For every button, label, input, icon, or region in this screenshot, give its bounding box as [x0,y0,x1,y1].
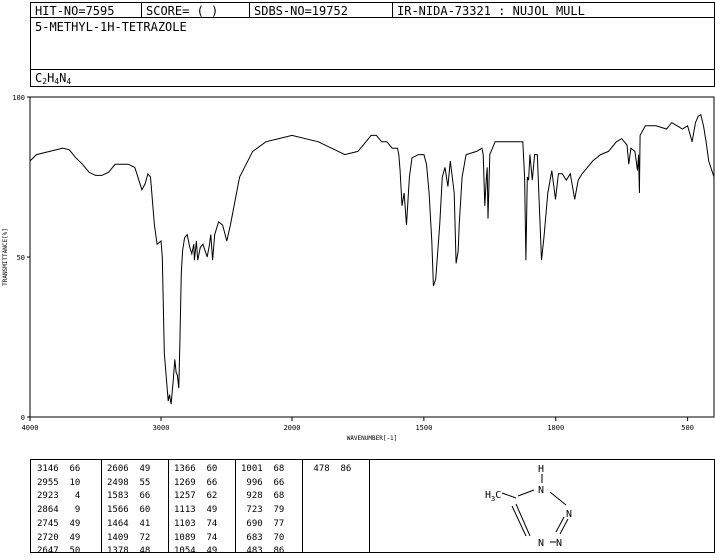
x-tick-label: 1000 [547,424,564,432]
y-axis-label: TRANSMITTANCE[%] [2,228,9,286]
peak-divider [168,460,169,552]
n4-label: N [538,538,544,549]
peak-entry: 928 68 [241,491,285,502]
x-axis-label: WAVENUMBER[-1] [347,435,398,442]
peak-entry: 1464 41 [107,518,151,529]
plot-frame [29,96,715,418]
peak-entry: 483 86 [241,546,285,557]
peak-entry: 2498 55 [107,477,151,488]
peak-entry: 2745 49 [37,518,81,529]
peak-divider [101,460,102,552]
peak-column-4: 1001 68 996 66 928 68 723 79 690 77 683 … [241,463,284,559]
peak-entry: 2647 50 [37,546,81,557]
peak-entry: 1001 68 [241,464,285,474]
x-tick-label: 500 [681,424,694,432]
peak-entry: 478 86 [308,464,352,474]
peak-entry: 723 79 [241,505,285,516]
peak-column-1: 3146 66 2955 10 2923 4 2864 9 2745 49 2720 49… [37,463,80,559]
x-tick-label: 3000 [153,424,170,432]
structure-diagram: H N N N N H3C [485,464,572,549]
peak-entry: 1054 49 [174,546,218,557]
peak-entry: 1366 60 [174,464,218,474]
peak-column-5: 478 86 [308,463,351,477]
peak-entry: 2923 4 [37,491,81,502]
peak-entry: 3146 66 [37,464,81,474]
peak-entry: 1566 60 [107,505,151,516]
peak-column-3: 1366 60 1269 66 1257 62 1113 49 1103 74 1089 … [174,463,217,559]
peak-entry: 996 66 [241,477,285,488]
peak-column-2: 2606 49 2498 55 1583 66 1566 60 1464 41 1409 … [107,463,150,559]
peak-entry: 683 70 [241,532,285,543]
n1-label: N [538,485,544,496]
y-tick-label: 0 [21,414,25,422]
ir-spectrum-chart: 0 50 100 4000 3000 2000 1500 1000 500 TRANSMITT… [2,94,715,442]
peak-entry: 1409 72 [107,532,151,543]
peak-entry: 690 77 [241,518,285,529]
n2-label: N [566,509,572,520]
y-tick-label: 100 [12,94,25,102]
peak-entry: 1103 74 [174,518,218,529]
spectrum-line [29,113,715,405]
y-tick-label: 50 [17,254,25,262]
peak-entry: 1257 62 [174,491,218,502]
peak-entry: 1089 74 [174,532,218,543]
x-tick-label: 2000 [284,424,301,432]
peak-entry: 1113 49 [174,505,218,516]
peak-entry: 2720 49 [37,532,81,543]
peak-divider [302,460,303,552]
x-tick-label: 1500 [415,424,432,432]
peak-entry: 2606 49 [107,464,151,474]
peak-entry: 1378 48 [107,546,151,557]
structure-box: H N N N N H3C [369,459,715,553]
peak-table: 3146 66 2955 10 2923 4 2864 9 2745 49 2720 49… [30,459,370,556]
peak-entry: 2864 9 [37,505,81,516]
nh-hydrogen: H [538,464,544,475]
peak-entry: 1269 66 [174,477,218,488]
n3-label: N [556,538,562,549]
x-tick-label: 4000 [22,424,39,432]
peak-entry: 1583 66 [107,491,151,502]
peak-divider [235,460,236,552]
methyl-label: H3C [485,490,501,503]
peak-entry: 2955 10 [37,477,81,488]
